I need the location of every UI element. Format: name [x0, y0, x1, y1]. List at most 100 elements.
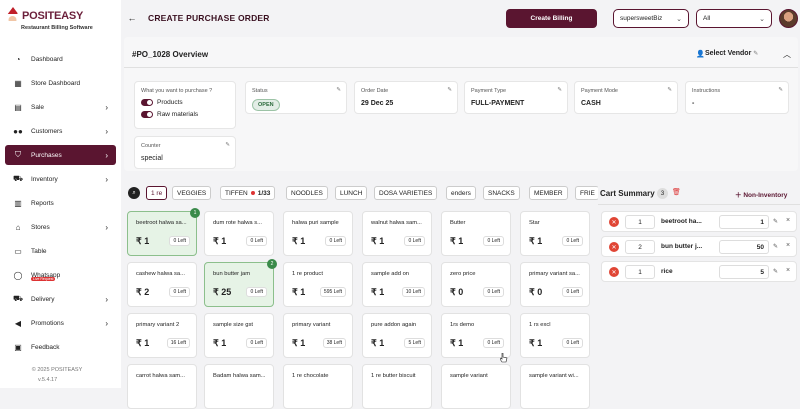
product-card[interactable]: Badam halwa sam... — [204, 364, 274, 409]
product-card[interactable]: primary variant ₹ 1 38 Left — [283, 313, 353, 358]
raw-materials-toggle-row[interactable]: Raw materials — [141, 111, 229, 118]
product-card[interactable]: 1 re butter biscuit — [362, 364, 432, 409]
product-card[interactable]: zero price ₹ 0 0 Left — [441, 262, 511, 307]
close-icon[interactable]: × — [786, 242, 790, 249]
cart-row: ✕ 2 bun butter j... 50 ✎ × — [601, 236, 797, 257]
products-toggle-row[interactable]: Products — [141, 99, 229, 106]
back-arrow-icon[interactable]: ← — [125, 11, 139, 25]
close-icon[interactable]: × — [786, 217, 790, 224]
sidebar-item-customers[interactable]: ●● Customers › — [5, 121, 116, 141]
category-chip-veggies[interactable]: VEGGIES — [172, 186, 212, 200]
payment-type-card[interactable]: Payment Type ✎ FULL-PAYMENT — [464, 81, 568, 114]
quantity-input[interactable]: 1 — [625, 265, 655, 279]
cart-item-price-input[interactable]: 50 — [719, 240, 769, 254]
edit-pencil-icon[interactable]: ✎ — [336, 87, 341, 93]
create-billing-button[interactable]: Create Billing — [506, 9, 597, 28]
product-card[interactable]: sample add on ₹ 1 10 Left — [362, 262, 432, 307]
non-inventory-button[interactable]: ＋ Non-Inventory — [735, 189, 787, 199]
category-chip-noodles[interactable]: NOODLES — [286, 186, 328, 200]
sidebar-item-whatsapp[interactable]: ◯ Whatsapp Live Request — [5, 265, 116, 285]
product-card[interactable]: sample variant wi... — [520, 364, 590, 409]
cart-quantity-badge: 1 — [190, 208, 200, 218]
product-card[interactable]: walnut halwa sam... ₹ 1 0 Left — [362, 211, 432, 256]
edit-pencil-icon[interactable]: ✎ — [557, 87, 562, 93]
raw-materials-toggle[interactable] — [141, 111, 153, 118]
stock-left-badge: 0 Left — [325, 236, 346, 246]
category-chip-enders[interactable]: enders — [446, 186, 476, 200]
category-chip-frie[interactable]: FRIE — [575, 186, 599, 200]
remove-item-icon[interactable]: ✕ — [609, 217, 619, 227]
product-name: sample variant — [450, 373, 488, 379]
product-card[interactable]: bun butter jam ₹ 25 0 Left 2 — [204, 259, 277, 307]
product-card[interactable]: Star ₹ 1 0 Left — [520, 211, 590, 256]
brand-logo[interactable]: POSITEASY Restaurant Billing Software — [4, 4, 116, 44]
sidebar-item-dashboard[interactable]: ◔ Dashboard — [5, 49, 116, 69]
category-chip-1-re[interactable]: 1 re — [146, 186, 168, 200]
sidebar-item-delivery[interactable]: ⛟ Delivery › — [5, 289, 116, 309]
edit-pencil-icon[interactable]: ✎ — [447, 87, 452, 93]
product-card[interactable]: halwa puri sample ₹ 1 0 Left — [283, 211, 353, 256]
edit-pencil-icon[interactable]: ✎ — [667, 87, 672, 93]
avatar[interactable] — [779, 9, 798, 28]
product-card[interactable]: sample variant — [441, 364, 511, 409]
category-chip-tiffen[interactable]: TIFFEN 1/33 — [220, 186, 276, 200]
sidebar-item-store-dashboard[interactable]: ▦ Store Dashboard — [5, 73, 116, 93]
product-card[interactable]: 1 re chocolate — [283, 364, 353, 409]
sidebar-item-inventory[interactable]: ⛟ Inventory › — [5, 169, 116, 189]
red-dot-icon — [250, 191, 255, 195]
product-card[interactable]: sample size gst ₹ 1 0 Left — [204, 313, 274, 358]
close-icon[interactable]: × — [786, 267, 790, 274]
sidebar-item-feedback[interactable]: ▣ Feedback — [5, 337, 116, 357]
sidebar-item-reports[interactable]: ▥ Reports — [5, 193, 116, 213]
chevron-down-icon: ⌄ — [676, 15, 682, 23]
product-card[interactable]: primary variant 2 ₹ 1 16 Left — [127, 313, 197, 358]
cart-item-name: beetroot ha... — [661, 218, 702, 225]
product-card[interactable]: cashew halwa sa... ₹ 2 0 Left — [127, 262, 197, 307]
payment-mode-card[interactable]: Payment Mode ✎ CASH — [574, 81, 678, 114]
filter-select[interactable]: All ⌄ — [696, 9, 772, 28]
search-icon[interactable]: ⌕ — [128, 187, 140, 199]
sidebar-item-promotions[interactable]: ◀ Promotions › — [5, 313, 116, 333]
product-card[interactable]: 1 rs excl ₹ 1 0 Left — [520, 313, 590, 358]
chevron-up-icon[interactable]: ︿ — [783, 49, 791, 60]
store-select-value: supersweetBiz — [620, 15, 663, 22]
product-card[interactable]: 1rs demo ₹ 1 0 Left — [441, 313, 511, 358]
category-chip-member[interactable]: MEMBER — [529, 186, 568, 200]
stock-left-badge: 0 Left — [246, 236, 267, 246]
product-card[interactable]: pure addon again ₹ 1 5 Left — [362, 313, 432, 358]
product-card[interactable]: primary variant sa... ₹ 0 0 Left — [520, 262, 590, 307]
order-date-card[interactable]: Order Date ✎ 29 Dec 25 — [354, 81, 458, 114]
remove-item-icon[interactable]: ✕ — [609, 267, 619, 277]
edit-pencil-icon[interactable]: ✎ — [773, 243, 778, 250]
sidebar-item-table[interactable]: ▭ Table — [5, 241, 116, 261]
edit-pencil-icon[interactable]: ✎ — [773, 268, 778, 275]
sidebar-item-purchases[interactable]: ⛉ Purchases › — [5, 145, 116, 165]
remove-item-icon[interactable]: ✕ — [609, 242, 619, 252]
quantity-input[interactable]: 2 — [625, 240, 655, 254]
category-chip-dosa-varieties[interactable]: DOSA VARIETIES — [374, 186, 438, 200]
edit-pencil-icon[interactable]: ✎ — [225, 142, 230, 148]
select-vendor-button[interactable]: Select Vendor ✎ — [705, 50, 758, 57]
counter-card[interactable]: Counter ✎ special — [134, 136, 236, 169]
category-chip-lunch[interactable]: LUNCH — [335, 186, 368, 200]
edit-pencil-icon[interactable]: ✎ — [778, 87, 783, 93]
divider — [598, 204, 800, 205]
product-card[interactable]: carrot halwa sam... — [127, 364, 197, 409]
category-chip-snacks[interactable]: SNACKS — [483, 186, 520, 200]
products-toggle[interactable] — [141, 99, 153, 106]
edit-pencil-icon[interactable]: ✎ — [773, 218, 778, 225]
sidebar-item-stores[interactable]: ⌂ Stores › — [5, 217, 116, 237]
product-card[interactable]: Butter ₹ 1 0 Left — [441, 211, 511, 256]
store-select[interactable]: supersweetBiz ⌄ — [613, 9, 689, 28]
product-card[interactable]: beetroot halwa sa... ₹ 1 0 Left 1 — [127, 208, 200, 256]
trash-icon[interactable]: 🗑 — [672, 188, 681, 196]
quantity-input[interactable]: 1 — [625, 215, 655, 229]
sidebar-item-sale[interactable]: ▤ Sale › — [5, 97, 116, 117]
cart-item-price-input[interactable]: 5 — [719, 265, 769, 279]
instructions-card[interactable]: Instructions ✎ - — [685, 81, 789, 114]
product-card[interactable]: 1 re product ₹ 1 595 Left — [283, 262, 353, 307]
cart-item-price-input[interactable]: 1 — [719, 215, 769, 229]
stock-left-badge: 595 Left — [319, 287, 346, 297]
status-card[interactable]: Status ✎ OPEN — [245, 81, 347, 114]
product-card[interactable]: dum rote halwa s... ₹ 1 0 Left — [204, 211, 274, 256]
